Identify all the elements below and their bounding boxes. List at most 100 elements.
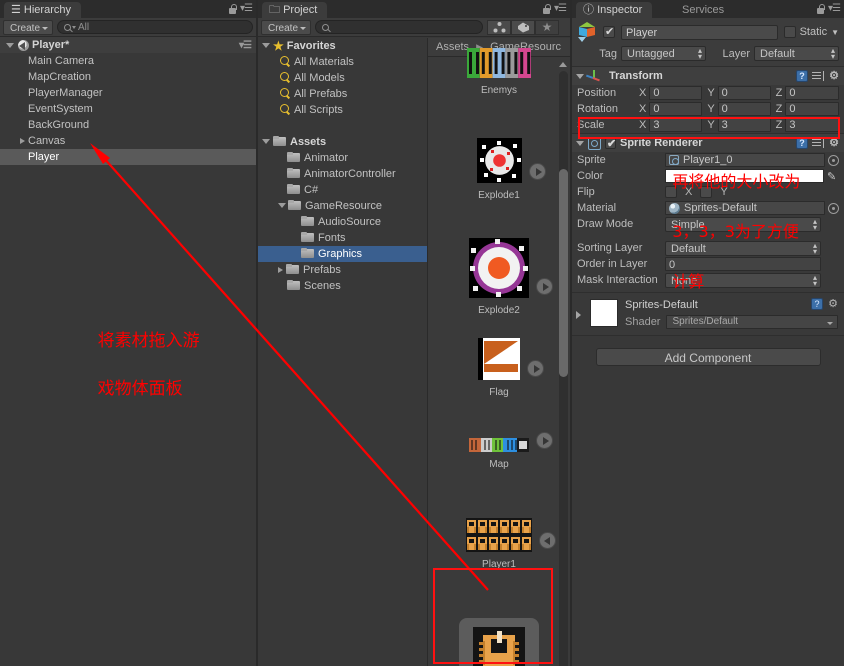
help-icon[interactable]: ? (796, 70, 808, 82)
asset-item-explode1[interactable]: Explode1 (428, 138, 570, 201)
project-folder-audiosource[interactable]: AudioSource (258, 214, 427, 230)
asset-thumbnail (478, 338, 520, 380)
hierarchy-item-main-camera[interactable]: Main Camera (0, 53, 256, 69)
assets-root[interactable]: Assets (258, 134, 427, 150)
hierarchy-item-playermanager[interactable]: PlayerManager (0, 85, 256, 101)
hierarchy-scene-root[interactable]: Player* ▾☰ (0, 37, 256, 53)
chevron-right-icon[interactable] (576, 311, 581, 319)
project-folder-fonts[interactable]: Fonts (258, 230, 427, 246)
play-preview-icon[interactable] (536, 432, 553, 449)
transform-position-x-field[interactable]: 0 (649, 86, 703, 100)
inspector-menu-icon[interactable]: ▾☰ (828, 3, 841, 14)
project-folder-c-[interactable]: C# (258, 182, 427, 198)
tab-inspector[interactable]: ⓘ Inspector (576, 2, 653, 18)
folder-icon (286, 264, 299, 274)
eyedropper-icon[interactable]: ✎ (827, 170, 839, 183)
hierarchy-create-label: Create (10, 22, 41, 34)
project-folder-animatorcontroller[interactable]: AnimatorController (258, 166, 427, 182)
star-icon: ★ (273, 39, 284, 53)
help-icon[interactable]: ? (811, 298, 823, 310)
object-picker-icon[interactable] (828, 202, 839, 214)
gameobject-enabled-checkbox[interactable] (603, 25, 615, 38)
tab-hierarchy[interactable]: ☰ Hierarchy (4, 2, 81, 18)
asset-item-player1[interactable]: Player1 (428, 518, 570, 570)
hierarchy-item-player[interactable]: Player (0, 149, 256, 165)
hierarchy-item-label: BackGround (28, 119, 90, 131)
hierarchy-tab-icon: ☰ (11, 4, 24, 16)
filter-by-type-icon[interactable] (487, 19, 512, 35)
scrollbar-thumb[interactable] (559, 169, 568, 377)
preset-icon[interactable] (812, 70, 824, 82)
object-picker-icon[interactable] (828, 154, 839, 166)
favorite-item-all-models[interactable]: All Models (258, 70, 427, 86)
play-preview-icon[interactable] (527, 360, 544, 377)
project-folder-prefabs[interactable]: Prefabs (258, 262, 427, 278)
hierarchy-search-input[interactable]: All (57, 20, 253, 34)
play-preview-icon[interactable] (528, 163, 546, 180)
gear-icon[interactable]: ⚙ (828, 70, 840, 82)
favorite-item-all-prefabs[interactable]: All Prefabs (258, 86, 427, 102)
folder-icon (287, 280, 300, 290)
chevron-down-icon[interactable]: ▼ (831, 28, 839, 37)
transform-rotation-x-field[interactable]: 0 (649, 102, 703, 116)
tab-project[interactable]: 🗀 Project (262, 2, 328, 18)
asset-item-explode2[interactable]: Explode2 (428, 238, 570, 316)
chevron-down-icon[interactable] (576, 73, 584, 79)
project-create-button[interactable]: Create (261, 19, 312, 35)
lock-icon[interactable] (228, 3, 237, 14)
hierarchy-item-canvas[interactable]: Canvas (0, 133, 256, 149)
play-preview-icon[interactable] (539, 532, 556, 549)
static-toggle[interactable]: Static ▼ (783, 26, 839, 38)
asset-item-map[interactable]: Map (428, 432, 570, 470)
gear-icon[interactable]: ⚙ (827, 298, 839, 310)
sprite-renderer-enabled-checkbox[interactable] (605, 137, 616, 150)
chevron-down-icon[interactable] (278, 203, 286, 208)
divider-project-inspector[interactable] (570, 0, 572, 666)
play-preview-icon[interactable] (536, 278, 553, 295)
asset-grid-scrollbar[interactable] (559, 71, 568, 666)
chevron-right-icon[interactable] (278, 267, 283, 273)
favorite-item-all-scripts[interactable]: All Scripts (258, 102, 427, 118)
tag-dropdown[interactable]: Untagged (621, 46, 706, 61)
project-search-input[interactable] (315, 20, 484, 34)
lock-icon[interactable] (542, 3, 551, 14)
transform-rotation-z-field[interactable]: 0 (785, 102, 839, 116)
add-component-button[interactable]: Add Component (595, 348, 821, 366)
project-folder-graphics[interactable]: Graphics (258, 246, 427, 262)
favorites-star-icon[interactable]: ★ (535, 19, 560, 35)
favorites-header[interactable]: ★ Favorites (258, 38, 427, 54)
gameobject-name-field[interactable]: Player (621, 24, 778, 40)
lock-icon[interactable] (816, 3, 825, 14)
hierarchy-item-background[interactable]: BackGround (0, 117, 256, 133)
layer-dropdown[interactable]: Default (754, 46, 839, 61)
project-folder-scenes[interactable]: Scenes (258, 278, 427, 294)
chevron-down-icon[interactable] (6, 43, 14, 48)
transform-header[interactable]: Transform ? ⚙ (572, 67, 844, 85)
asset-item-enemys[interactable]: Enemys (428, 48, 570, 96)
hierarchy-menu-icon[interactable]: ▾☰ (240, 3, 253, 14)
chevron-right-icon[interactable] (20, 138, 25, 144)
static-checkbox[interactable] (783, 26, 796, 38)
divider-hierarchy-project[interactable] (256, 0, 258, 666)
chevron-down-icon[interactable] (262, 139, 270, 144)
asset-thumbnail-wrap (466, 518, 556, 555)
transform-rotation-y-field[interactable]: 0 (717, 102, 771, 116)
asset-item-flag[interactable]: Flag (428, 338, 570, 398)
project-folder-animator[interactable]: Animator (258, 150, 427, 166)
project-menu-icon[interactable]: ▾☰ (554, 3, 567, 14)
hierarchy-item-eventsystem[interactable]: EventSystem (0, 101, 256, 117)
transform-position-y-field[interactable]: 0 (717, 86, 771, 100)
hierarchy-item-mapcreation[interactable]: MapCreation (0, 69, 256, 85)
preset-icon[interactable] (812, 137, 824, 149)
asset-item-label: Enemys (480, 85, 518, 96)
transform-position-z-field[interactable]: 0 (785, 86, 839, 100)
tab-services[interactable]: Services (675, 2, 734, 18)
scene-context-menu-icon[interactable]: ▾☰ (239, 38, 252, 54)
scroll-up-arrow-icon[interactable] (559, 62, 567, 67)
project-folder-gameresource[interactable]: GameResource (258, 198, 427, 214)
chevron-down-icon[interactable] (262, 43, 270, 48)
hierarchy-create-button[interactable]: Create (3, 19, 54, 35)
filter-by-label-icon[interactable] (511, 19, 536, 35)
favorite-item-all-materials[interactable]: All Materials (258, 54, 427, 70)
chevron-down-icon[interactable] (576, 140, 584, 146)
